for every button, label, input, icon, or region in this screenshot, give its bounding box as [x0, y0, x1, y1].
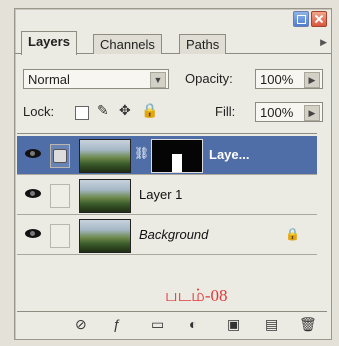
link-layers-icon[interactable]: ⊘	[75, 316, 87, 333]
tab-paths[interactable]: Paths	[179, 34, 227, 54]
opacity-label: Opacity:	[185, 71, 233, 86]
layer-thumbnail	[79, 219, 131, 253]
layer-style-icon[interactable]: ƒ	[113, 316, 121, 332]
opacity-value: 100%	[260, 72, 294, 87]
opacity-field[interactable]: 100% ▶	[255, 69, 323, 89]
chevron-right-icon: ▶	[304, 72, 320, 88]
tab-channels[interactable]: Channels	[93, 34, 162, 54]
layers-list: ⛓ Laye... Layer 1 Background 🔒	[17, 133, 317, 302]
add-mask-icon[interactable]: ▭	[151, 316, 164, 333]
layer-link-cell[interactable]	[50, 144, 70, 168]
layer-row[interactable]: ⛓ Laye...	[17, 136, 317, 175]
chevron-right-icon: ▶	[304, 105, 320, 121]
tab-layers[interactable]: Layers	[21, 31, 77, 55]
eye-icon[interactable]	[25, 229, 41, 238]
chevron-down-icon: ▼	[150, 72, 166, 88]
tab-bar: Layers Channels Paths ▶	[15, 31, 331, 55]
lock-transparent-checkbox[interactable]	[75, 106, 89, 120]
trash-icon[interactable]: 🗑	[299, 316, 317, 333]
layer-thumbnail	[79, 139, 131, 173]
layer-row[interactable]: Layer 1	[17, 176, 317, 215]
figure-caption: படம்-08	[165, 286, 228, 305]
layer-name[interactable]: Layer 1	[139, 187, 182, 202]
panel-menu-icon[interactable]: ▶	[320, 37, 327, 48]
layer-link-cell[interactable]	[50, 184, 70, 208]
chain-icon[interactable]: ⛓	[134, 146, 149, 160]
brush-icon[interactable]: ✎	[97, 102, 109, 119]
lock-icon[interactable]: 🔒	[141, 102, 158, 119]
layer-name[interactable]: Laye...	[209, 147, 249, 162]
lock-icon: 🔒	[285, 227, 300, 241]
mask-icon	[53, 149, 67, 163]
layer-link-cell[interactable]	[50, 224, 70, 248]
bottom-toolbar: ⊘ ƒ ▭ ◐ ▣ ▤ 🗑	[17, 311, 327, 336]
blend-mode-value: Normal	[28, 72, 70, 87]
eye-icon[interactable]	[25, 189, 41, 198]
new-group-icon[interactable]: ▣	[227, 316, 240, 333]
adjustment-layer-icon[interactable]: ◐	[189, 316, 197, 332]
close-icon[interactable]	[311, 11, 327, 27]
layers-panel: Layers Channels Paths ▶ Normal ▼ Opacity…	[14, 8, 332, 340]
eye-icon[interactable]	[25, 149, 41, 158]
fill-value: 100%	[260, 105, 294, 120]
layer-name[interactable]: Background	[139, 227, 208, 242]
move-icon[interactable]: ✥	[119, 102, 131, 119]
minimize-icon[interactable]	[293, 11, 309, 27]
fill-label: Fill:	[215, 104, 236, 119]
layer-thumbnail	[79, 179, 131, 213]
layer-row[interactable]: Background 🔒	[17, 216, 317, 255]
lock-label: Lock:	[23, 104, 55, 119]
blend-mode-select[interactable]: Normal ▼	[23, 69, 169, 89]
fill-field[interactable]: 100% ▶	[255, 102, 323, 122]
mask-thumbnail[interactable]	[151, 139, 203, 173]
new-layer-icon[interactable]: ▤	[265, 316, 278, 333]
